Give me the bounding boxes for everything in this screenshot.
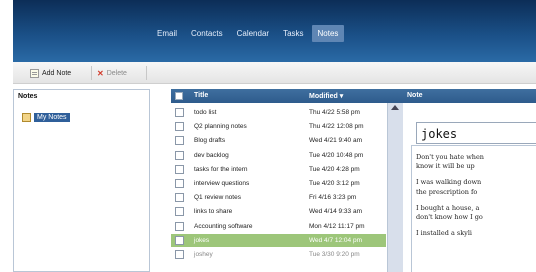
add-note-button[interactable]: Add Note: [30, 66, 71, 80]
note-line: know it will be up: [416, 162, 475, 171]
nav-email[interactable]: Email: [151, 25, 183, 42]
table-row[interactable]: tasks for the intern Tue 4/20 4:28 pm: [171, 163, 386, 176]
notebook-label: My Notes: [34, 113, 70, 122]
table-row[interactable]: joshey Tue 3/30 9:20 pm: [171, 248, 386, 261]
row-checkbox[interactable]: [175, 108, 184, 117]
row-modified: Tue 3/30 9:20 pm: [309, 251, 360, 258]
list-scrollbar[interactable]: [387, 103, 403, 272]
row-modified: Wed 4/14 9:33 am: [309, 208, 362, 216]
app-header: Email Contacts Calendar Tasks Notes: [13, 0, 536, 62]
note-line: the prescription fo: [416, 187, 478, 196]
row-checkbox[interactable]: [175, 193, 184, 203]
note-preview: Note jokes Don't you hate when know it wi…: [403, 89, 536, 272]
list-header: Title Modified ▾: [171, 89, 403, 103]
row-modified: Tue 4/20 4:28 pm: [309, 165, 360, 173]
row-modified: Tue 4/20 10:48 pm: [309, 151, 364, 159]
row-title: Blog drafts: [194, 137, 226, 145]
notebooks-heading: Notes: [18, 93, 38, 100]
row-modified: Fri 4/16 3:23 pm: [309, 194, 357, 202]
delete-button[interactable]: ✕ Delete: [97, 66, 127, 80]
row-modified: Tue 4/20 3:12 pm: [309, 180, 360, 187]
row-modified: Thu 4/22 12:08 pm: [309, 123, 364, 131]
notebook-icon: [22, 113, 31, 122]
row-modified: Wed 4/21 9:40 am: [309, 137, 362, 145]
row-title: joshey: [194, 251, 213, 258]
row-modified: Mon 4/12 11:17 pm: [309, 222, 365, 230]
row-title: Q1 review notes: [194, 194, 241, 202]
note-line: Don't you hate when: [416, 153, 484, 161]
toolbar: Add Note ✕ Delete: [13, 62, 536, 84]
row-checkbox[interactable]: [175, 179, 184, 188]
row-title: Q2 planning notes: [194, 123, 247, 131]
note-title-field[interactable]: jokes: [416, 122, 536, 144]
nav-tasks[interactable]: Tasks: [277, 25, 309, 42]
preview-heading: Note: [403, 89, 536, 103]
row-title: tasks for the intern: [194, 165, 248, 173]
notebook-my-notes[interactable]: My Notes: [22, 113, 70, 122]
main-nav: Email Contacts Calendar Tasks Notes: [151, 25, 346, 42]
row-title: todo list: [194, 109, 217, 116]
app-window: Email Contacts Calendar Tasks Notes Add …: [13, 0, 536, 272]
toolbar-divider: [91, 66, 92, 80]
row-modified: Wed 4/7 12:04 pm: [309, 236, 362, 244]
row-checkbox[interactable]: [175, 122, 184, 132]
row-checkbox[interactable]: [175, 207, 184, 217]
row-checkbox[interactable]: [175, 136, 184, 146]
table-row[interactable]: links to share Wed 4/14 9:33 am: [171, 205, 386, 218]
table-row[interactable]: dev backlog Tue 4/20 10:48 pm: [171, 149, 386, 162]
note-paragraph: Don't you hate when know it will be up: [416, 153, 536, 171]
table-row[interactable]: Accounting software Mon 4/12 11:17 pm: [171, 220, 386, 233]
note-body[interactable]: Don't you hate when know it will be up I w…: [416, 153, 536, 245]
table-row[interactable]: interview questions Tue 4/20 3:12 pm: [171, 177, 386, 190]
table-row[interactable]: todo list Thu 4/22 5:58 pm: [171, 106, 386, 119]
row-title: dev backlog: [194, 151, 229, 159]
row-checkbox[interactable]: [175, 221, 184, 231]
row-title: interview questions: [194, 180, 250, 187]
toolbar-divider: [146, 66, 147, 80]
note-paragraph: I bought a house, a don't know how I go: [416, 204, 536, 222]
scroll-up-icon[interactable]: [391, 105, 399, 110]
notebooks-pane: Notes My Notes: [13, 89, 150, 272]
nav-calendar[interactable]: Calendar: [231, 25, 275, 42]
table-row[interactable]: Blog drafts Wed 4/21 9:40 am: [171, 134, 386, 147]
note-line: I bought a house, a: [416, 203, 480, 212]
delete-icon: ✕: [97, 68, 104, 78]
table-row[interactable]: jokes Wed 4/7 12:04 pm: [171, 233, 386, 247]
row-checkbox[interactable]: [175, 235, 184, 245]
nav-notes[interactable]: Notes: [311, 25, 345, 42]
nav-contacts[interactable]: Contacts: [185, 25, 229, 42]
select-all-checkbox[interactable]: [175, 92, 183, 100]
table-row[interactable]: Q1 review notes Fri 4/16 3:23 pm: [171, 191, 386, 204]
note-paragraph: I was walking down the prescription fo: [416, 178, 536, 196]
row-checkbox[interactable]: [175, 164, 184, 174]
row-title: Accounting software: [194, 222, 253, 230]
row-title: jokes: [194, 236, 210, 244]
column-modified[interactable]: Modified ▾: [309, 92, 343, 100]
table-row[interactable]: Q2 planning notes Thu 4/22 12:08 pm: [171, 120, 386, 133]
note-line: don't know how I go: [416, 213, 483, 222]
column-title[interactable]: Title: [194, 92, 208, 99]
add-note-label: Add Note: [42, 69, 72, 77]
row-title: links to share: [194, 208, 233, 216]
delete-label: Delete: [106, 69, 127, 77]
row-modified: Thu 4/22 5:58 pm: [309, 109, 360, 116]
row-checkbox[interactable]: [175, 250, 184, 259]
note-line: I installed a skyli: [416, 229, 472, 238]
add-note-icon: [30, 68, 39, 78]
row-checkbox[interactable]: [175, 150, 184, 160]
notes-list: Title Modified ▾ todo list Thu 4/22 5:58 …: [171, 89, 403, 272]
note-paragraph: I installed a skyli: [416, 229, 536, 238]
note-line: I was walking down: [416, 178, 482, 187]
